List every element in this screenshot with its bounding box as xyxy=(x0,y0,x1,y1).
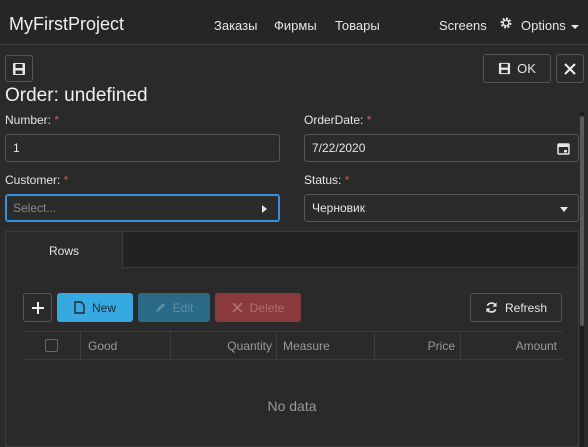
nav-link-goods[interactable]: Товары xyxy=(335,18,380,33)
rows-panel: Rows New Edit Delete Refresh Good Quanti… xyxy=(5,231,579,447)
chevron-right-icon xyxy=(262,205,267,213)
options-label: Options xyxy=(521,18,566,33)
delete-button[interactable]: Delete xyxy=(215,293,301,322)
customer-label: Customer: * xyxy=(5,173,68,187)
column-quantity[interactable]: Quantity xyxy=(171,332,277,359)
order-date-label-text: OrderDate: xyxy=(304,113,364,127)
tab-rows-label: Rows xyxy=(48,243,79,258)
ok-button[interactable]: OK xyxy=(483,54,551,83)
number-label-text: Number: xyxy=(5,113,52,127)
calendar-icon[interactable] xyxy=(557,142,570,155)
column-measure-label: Measure xyxy=(283,338,330,353)
ok-button-label: OK xyxy=(517,61,536,76)
refresh-button-label: Refresh xyxy=(504,300,548,315)
scrollbar-thumb[interactable] xyxy=(580,116,584,326)
select-all-cell xyxy=(23,332,81,359)
refresh-button[interactable]: Refresh xyxy=(470,293,562,322)
floppy-disk-icon xyxy=(499,62,511,75)
tab-rows[interactable]: Rows xyxy=(6,232,123,269)
save-button[interactable] xyxy=(5,55,33,82)
required-marker: * xyxy=(63,173,69,187)
column-measure[interactable]: Measure xyxy=(277,332,375,359)
brand[interactable]: MyFirstProject xyxy=(9,14,124,35)
column-quantity-label: Quantity xyxy=(227,338,272,353)
pencil-icon xyxy=(155,303,165,312)
refresh-icon xyxy=(486,302,497,313)
required-marker: * xyxy=(366,113,372,127)
delete-button-label: Delete xyxy=(249,300,285,315)
new-button[interactable]: New xyxy=(57,293,133,322)
column-price[interactable]: Price xyxy=(375,332,461,359)
plus-icon xyxy=(31,301,44,314)
edit-button[interactable]: Edit xyxy=(138,293,210,322)
close-button[interactable] xyxy=(556,54,584,83)
order-date-label: OrderDate: * xyxy=(304,113,371,127)
gear-icon xyxy=(500,17,512,29)
column-good-label: Good xyxy=(88,338,118,353)
file-icon xyxy=(74,301,85,314)
nav-link-orders[interactable]: Заказы xyxy=(214,18,257,33)
status-label-text: Status: xyxy=(304,173,342,187)
close-icon xyxy=(232,302,243,313)
navbar: MyFirstProject Заказы Фирмы Товары Scree… xyxy=(0,0,588,45)
status-select[interactable]: Черновик xyxy=(304,194,579,222)
number-value: 1 xyxy=(13,141,20,155)
column-amount-label: Amount xyxy=(515,338,557,353)
new-button-label: New xyxy=(91,300,116,315)
add-row-button[interactable] xyxy=(23,293,52,322)
caret-down-icon xyxy=(570,24,579,29)
order-date-value: 7/22/2020 xyxy=(312,141,366,155)
number-input[interactable]: 1 xyxy=(5,134,280,162)
edit-button-label: Edit xyxy=(172,300,194,315)
customer-placeholder: Select... xyxy=(13,201,57,215)
page-title: Order: undefined xyxy=(5,85,148,106)
column-amount[interactable]: Amount xyxy=(461,332,563,359)
grid-header: Good Quantity Measure Price Amount xyxy=(23,331,563,360)
select-all-checkbox[interactable] xyxy=(45,339,58,352)
page-scrollbar[interactable] xyxy=(580,112,584,447)
required-marker: * xyxy=(54,113,60,127)
empty-grid-message: No data xyxy=(267,398,317,414)
number-label: Number: * xyxy=(5,113,59,127)
required-marker: * xyxy=(344,173,350,187)
customer-label-text: Customer: xyxy=(5,173,61,187)
column-good[interactable]: Good xyxy=(81,332,171,359)
nav-link-screens[interactable]: Screens xyxy=(439,18,487,33)
column-price-label: Price xyxy=(427,338,455,353)
status-value: Черновик xyxy=(312,201,365,215)
status-label: Status: * xyxy=(304,173,349,187)
customer-select[interactable]: Select... xyxy=(5,194,280,222)
tab-bar: Rows xyxy=(6,232,578,269)
nav-link-firms[interactable]: Фирмы xyxy=(274,18,317,33)
close-icon xyxy=(564,62,576,75)
order-date-input[interactable]: 7/22/2020 xyxy=(304,134,579,162)
caret-down-icon xyxy=(560,207,568,212)
options-menu[interactable]: Options xyxy=(521,18,579,33)
floppy-disk-icon xyxy=(13,62,25,75)
